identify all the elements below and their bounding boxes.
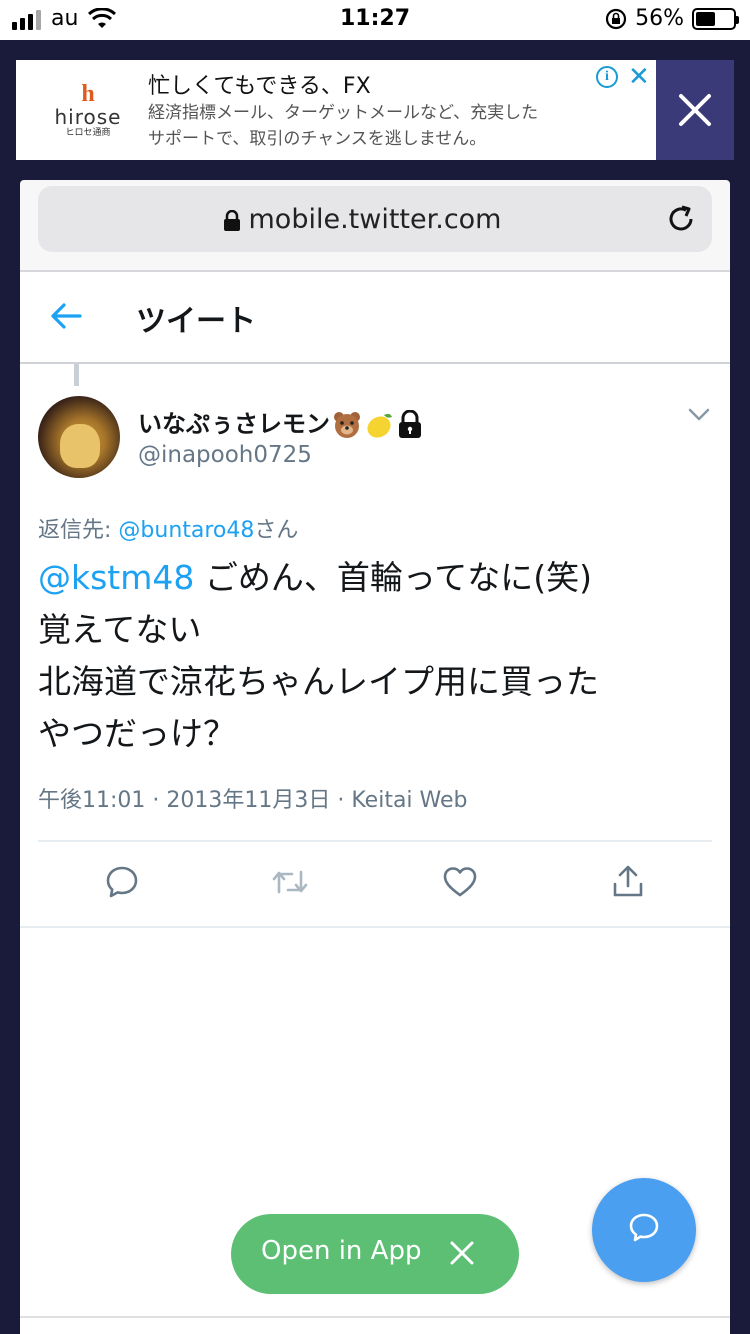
open-in-app-label: Open in App bbox=[261, 1236, 422, 1266]
lock-emoji-icon bbox=[399, 410, 421, 438]
address-bar[interactable]: mobile.twitter.com bbox=[38, 186, 712, 252]
battery-icon bbox=[692, 7, 739, 30]
url-text: mobile.twitter.com bbox=[248, 204, 502, 235]
tweet-text: @kstm48 ごめん、首輪ってなに(笑) 覚えてない 北海道で涼花ちゃんレイプ… bbox=[38, 552, 718, 760]
tweet-text-line: 覚えてない bbox=[38, 610, 202, 649]
page-title: ツイート bbox=[136, 304, 256, 339]
status-right: 56% bbox=[605, 6, 739, 31]
divider bbox=[20, 1316, 730, 1318]
lemon-icon bbox=[367, 413, 392, 438]
page-header: ツイート bbox=[20, 272, 730, 362]
thread-connector bbox=[74, 364, 79, 386]
avatar[interactable] bbox=[38, 396, 120, 478]
display-name-text: いなぷぅさレモン bbox=[138, 410, 330, 438]
status-bar: au 11:27 56% bbox=[0, 0, 750, 40]
tweet-meta: 午後11:01 · 2013年11月3日 · Keitai Web bbox=[38, 788, 468, 813]
reply-to-line: 返信先: @buntaro48さん bbox=[38, 512, 298, 544]
ad-logo-mark: h bbox=[81, 81, 95, 107]
retweet-icon bbox=[272, 870, 308, 894]
user-handle[interactable]: @inapooh0725 bbox=[138, 442, 312, 468]
compose-tweet-button[interactable] bbox=[592, 1178, 696, 1282]
close-icon bbox=[679, 94, 711, 126]
bear-icon bbox=[334, 412, 360, 438]
tweet-text-line: @kstm48 ごめん、首輪ってなに(笑) bbox=[38, 552, 718, 604]
close-icon[interactable] bbox=[449, 1240, 475, 1266]
ad-logo: h hirose ヒロセ通商 bbox=[48, 82, 128, 142]
browser-window: mobile.twitter.com ツイート いなぷぅさレモン @inapoo… bbox=[20, 180, 730, 1334]
reply-to-suffix: さん bbox=[254, 518, 299, 543]
ad-desc-line: サポートで、取引のチャンスを逃しません。 bbox=[148, 129, 487, 149]
tweet-text-line: 北海道で涼花ちゃんレイプ用に買った bbox=[38, 662, 599, 701]
tweet-text-line: やつだっけ？ bbox=[38, 714, 236, 753]
ad-info-icon[interactable]: i bbox=[596, 66, 618, 88]
divider bbox=[38, 840, 712, 842]
orientation-lock-icon bbox=[605, 8, 627, 29]
compose-bubble-icon bbox=[629, 1213, 659, 1242]
back-arrow-icon[interactable] bbox=[50, 302, 82, 330]
tweet-actions bbox=[20, 844, 730, 926]
open-in-app-button[interactable]: Open in App bbox=[231, 1214, 519, 1294]
share-icon[interactable] bbox=[610, 864, 646, 900]
ad-desc-line: 経済指標メール、ターゲットメールなど、充実した bbox=[148, 103, 539, 123]
tweet-text-segment: ごめん、首輪ってなに(笑) bbox=[194, 558, 592, 597]
reply-to-mention[interactable]: @buntaro48 bbox=[118, 518, 254, 543]
ad-choices-close-icon[interactable]: ✕ bbox=[628, 62, 650, 92]
ad-close-button[interactable] bbox=[656, 60, 734, 160]
chevron-down-icon[interactable] bbox=[688, 408, 710, 422]
tweet-card: いなぷぅさレモン @inapooh0725 返信先: @buntaro48さん bbox=[20, 364, 730, 928]
tweet-mention[interactable]: @kstm48 bbox=[38, 558, 194, 597]
reload-icon[interactable] bbox=[666, 204, 696, 234]
ad-logo-name: hirose bbox=[54, 105, 122, 129]
ad-logo-sub: ヒロセ通商 bbox=[65, 128, 111, 138]
ad-title: 忙しくてもできる、FX bbox=[148, 74, 371, 99]
reply-icon[interactable] bbox=[104, 864, 140, 900]
display-name[interactable]: いなぷぅさレモン bbox=[138, 404, 424, 440]
ad-banner[interactable]: h hirose ヒロセ通商 忙しくてもできる、FX 経済指標メール、ターゲット… bbox=[16, 60, 656, 160]
ad-description: 経済指標メール、ターゲットメールなど、充実した サポートで、取引のチャンスを逃し… bbox=[148, 100, 618, 152]
reply-to-prefix: 返信先: bbox=[38, 518, 119, 543]
like-icon[interactable] bbox=[442, 864, 478, 900]
battery-percent: 56% bbox=[635, 6, 684, 31]
